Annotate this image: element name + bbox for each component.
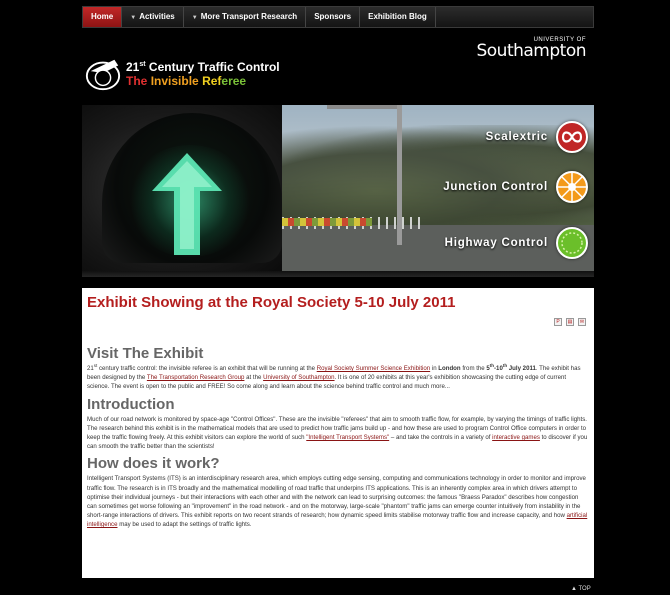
article-title[interactable]: Exhibit Showing at the Royal Society 5-1… <box>87 294 589 312</box>
article: Exhibit Showing at the Royal Society 5-1… <box>82 288 594 578</box>
section-text-visit: 21st century traffic control: the invisi… <box>87 362 581 391</box>
section-text-how-it-works: Intelligent Transport Systems (ITS) is a… <box>87 475 588 529</box>
nav-item-exhibition-blog[interactable]: Exhibition Blog <box>360 7 436 27</box>
section-heading-how-it-works: How does it work? <box>87 455 220 473</box>
feature-highway-control[interactable]: Highway Control <box>445 227 588 259</box>
university-logo[interactable]: UNIVERSITY OF Southampton <box>476 37 586 61</box>
pdf-icon[interactable]: P <box>554 318 562 326</box>
article-tools: P ▤ ✉ <box>554 318 586 326</box>
university-logo-name: Southampton <box>476 41 586 61</box>
feature-label: Scalextric <box>485 131 548 143</box>
feature-scalextric[interactable]: Scalextric <box>486 121 588 153</box>
nav-item-label: More Transport Research <box>200 12 298 21</box>
logo-title: 21st Century Traffic Control <box>126 60 280 74</box>
back-to-top-link[interactable]: ▲ TOP <box>571 586 591 592</box>
nav-item-label: Sponsors <box>314 12 352 21</box>
link-interactive-games[interactable]: interactive games <box>492 434 540 441</box>
nav-item-label: Home <box>91 12 114 21</box>
main-nav: Home ▼ Activities ▼ More Transport Researc… <box>82 6 594 28</box>
caret-down-icon: ▼ <box>130 15 137 21</box>
feature-label: Highway Control <box>444 237 548 249</box>
link-intelligent-transport-systems[interactable]: "Intelligent Transport Systems" <box>306 434 389 441</box>
nav-item-activities[interactable]: ▼ Activities <box>122 7 184 27</box>
nav-item-sponsors[interactable]: Sponsors <box>306 7 361 27</box>
banner-divider <box>82 271 594 277</box>
link-transportation-research-group[interactable]: The Transportation Research Group <box>147 374 245 381</box>
section-heading-introduction: Introduction <box>87 395 175 413</box>
scalextric-icon <box>556 121 588 153</box>
feature-junction-control[interactable]: Junction Control <box>443 171 588 203</box>
banner-pole <box>397 105 402 245</box>
traffic-signal-image <box>82 105 282 271</box>
email-icon[interactable]: ✉ <box>578 318 586 326</box>
logo-subtitle: The Invisible Referee <box>126 74 247 88</box>
feature-label: Junction Control <box>443 181 548 193</box>
highway-icon <box>556 227 588 259</box>
link-university-of-southampton[interactable]: University of Southampton <box>263 374 334 381</box>
site-logo[interactable]: 21st Century Traffic Control The Invisib… <box>84 55 280 93</box>
nav-item-home[interactable]: Home <box>83 7 123 27</box>
caret-down-icon: ▼ <box>191 15 198 21</box>
hero-banner: Scalextric Junction Control Highway Cont… <box>82 105 594 271</box>
nav-item-more-transport-research[interactable]: ▼ More Transport Research <box>184 7 307 27</box>
banner-flowers <box>282 218 372 226</box>
link-royal-society[interactable]: Royal Society Summer Science Exhibition <box>317 365 430 372</box>
print-icon[interactable]: ▤ <box>566 318 574 326</box>
nav-item-label: Activities <box>139 12 175 21</box>
nav-item-label: Exhibition Blog <box>368 12 427 21</box>
section-text-introduction: Much of our road network is monitored by… <box>87 415 588 451</box>
section-heading-visit: Visit The Exhibit <box>87 345 204 362</box>
green-arrow-icon <box>152 153 222 255</box>
banner-lamp <box>327 105 397 109</box>
whistle-icon <box>85 59 121 91</box>
site-header: UNIVERSITY OF Southampton 21st Century T… <box>82 29 594 104</box>
junction-icon <box>556 171 588 203</box>
